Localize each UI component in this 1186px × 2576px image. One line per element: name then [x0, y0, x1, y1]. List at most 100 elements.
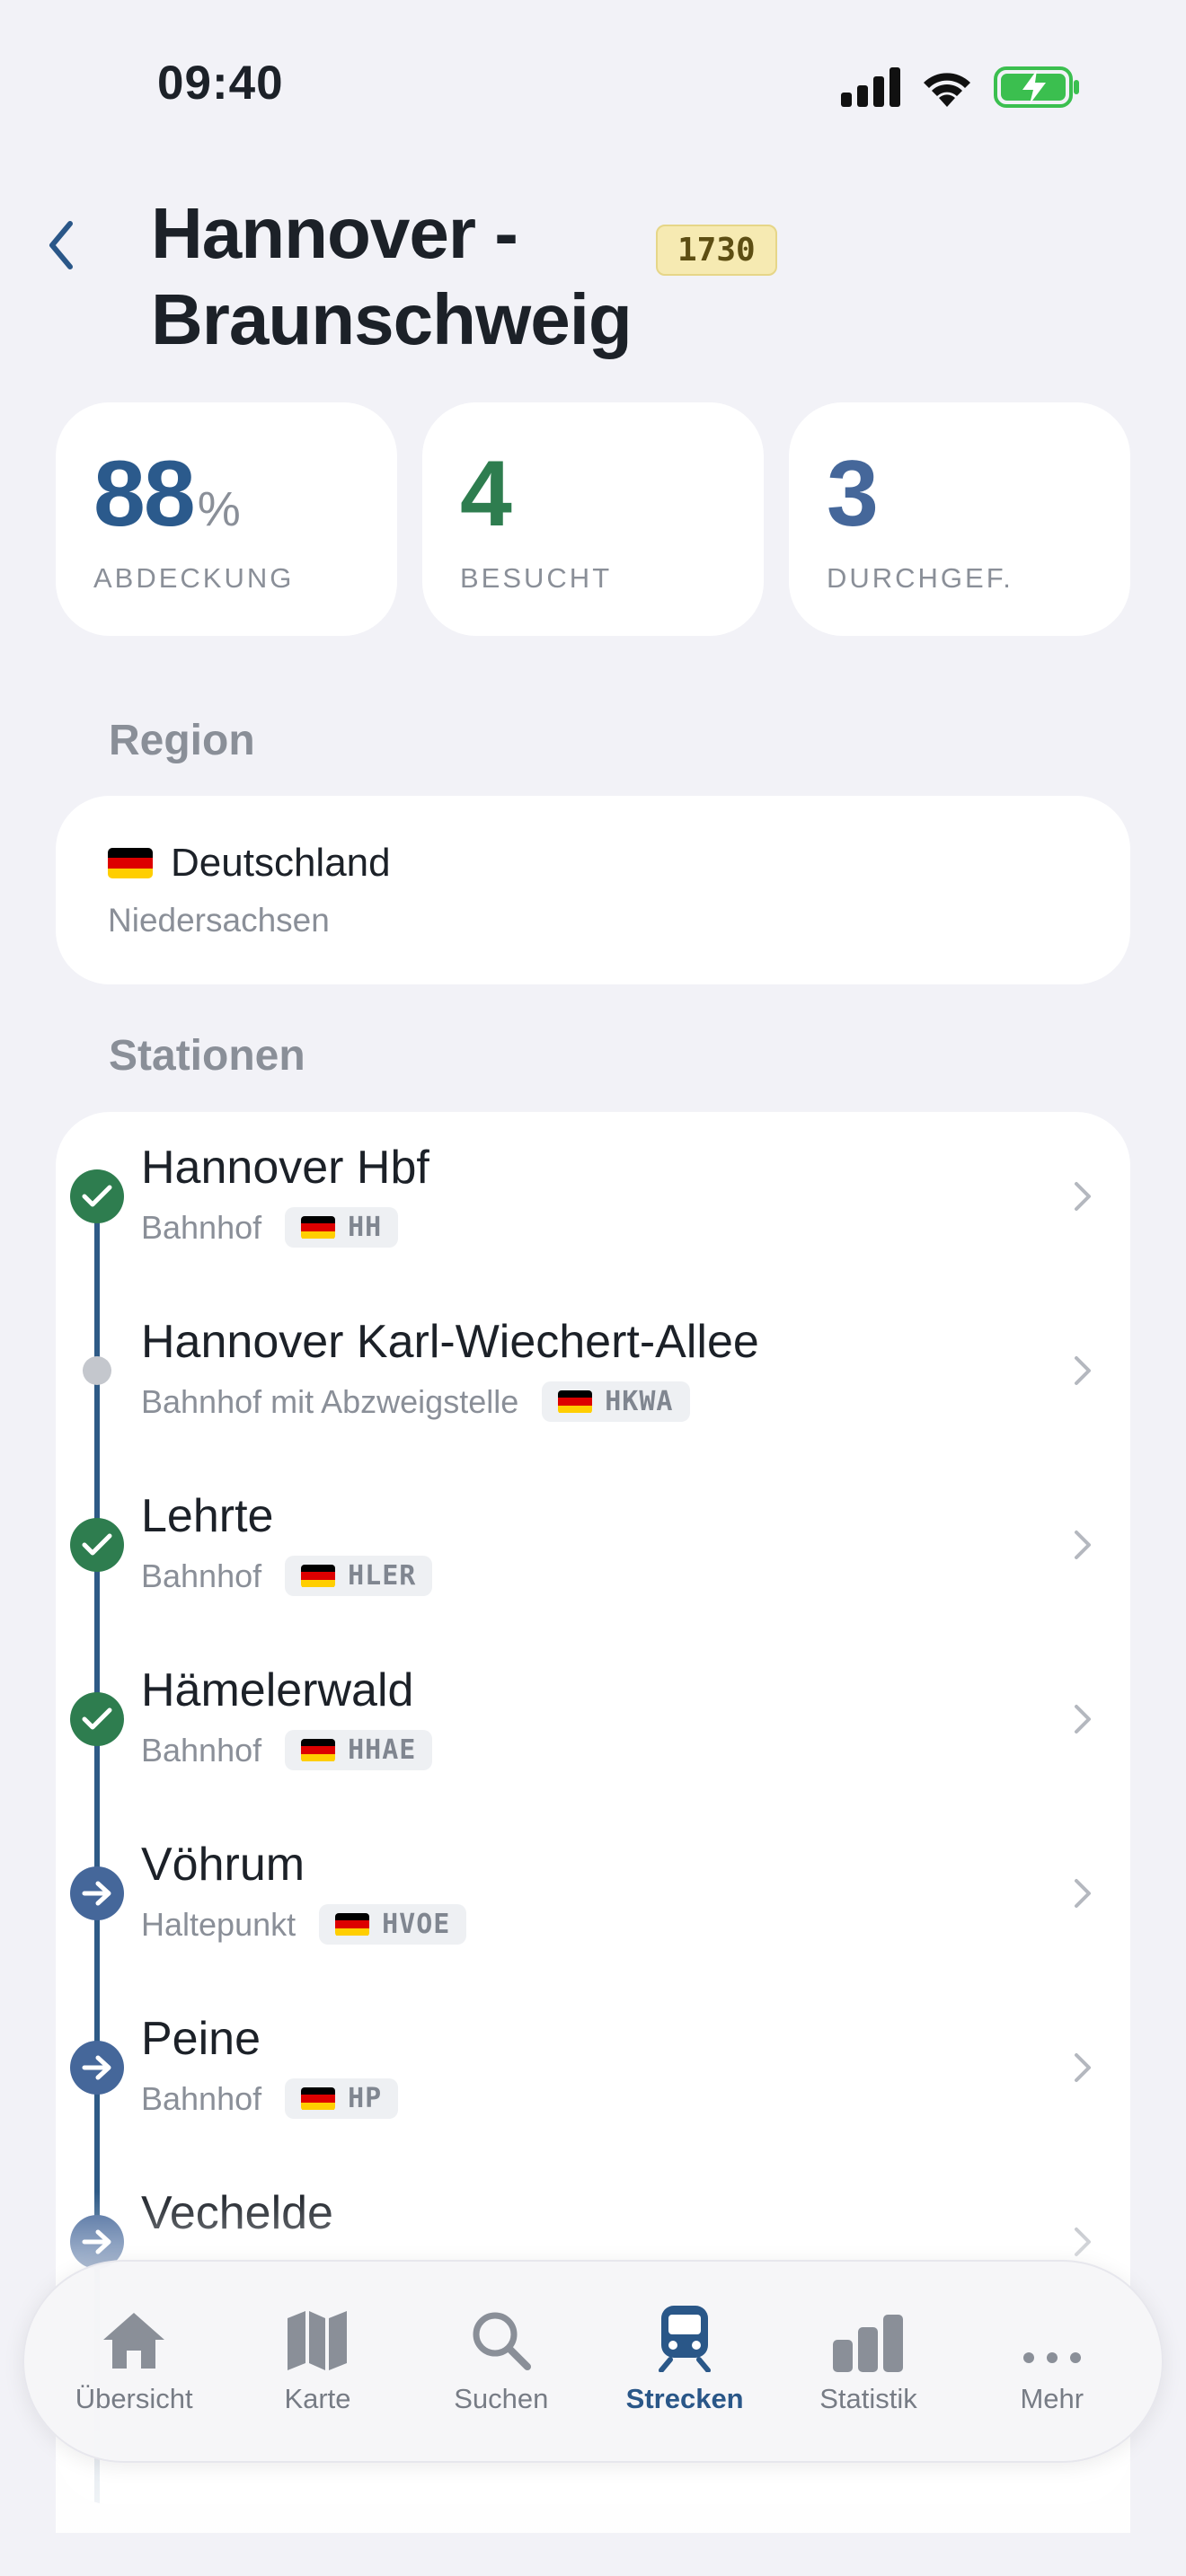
- chevron-right-icon: [1073, 1703, 1093, 1740]
- region-state: Niedersachsen: [108, 902, 330, 939]
- germany-flag-icon: [301, 2086, 336, 2111]
- back-button[interactable]: [36, 214, 86, 277]
- checkmark-icon: [70, 1518, 124, 1572]
- station-row[interactable]: Hannover Hbf Bahnhof HH: [56, 1112, 1130, 1286]
- tab-bar: Übersicht Karte Suchen Strecken Statisti…: [22, 2260, 1164, 2463]
- stat-label: DURCHGEF.: [827, 562, 1013, 594]
- stats-row: 88% ABDECKUNG 4 BESUCHT 3 DURCHGEF.: [56, 402, 1130, 636]
- station-name: Hämelerwald: [141, 1664, 414, 1716]
- map-icon: [288, 2311, 348, 2370]
- stat-card-passed: 3 DURCHGEF.: [789, 402, 1130, 636]
- house-icon: [103, 2313, 165, 2369]
- arrow-right-icon: [70, 2041, 124, 2095]
- ellipsis-icon: [1022, 2352, 1081, 2363]
- station-code-badge: HH: [285, 1207, 399, 1248]
- stat-value: 88%: [93, 442, 241, 546]
- section-header-region: Region: [109, 717, 255, 764]
- tab-statistik[interactable]: Statistik: [776, 2262, 960, 2461]
- chevron-right-icon: [1073, 1180, 1093, 1217]
- region-card[interactable]: Deutschland Niedersachsen: [56, 796, 1130, 984]
- tab-label: Strecken: [625, 2383, 744, 2414]
- germany-flag-icon: [335, 1912, 370, 1936]
- region-country-name: Deutschland: [171, 841, 391, 885]
- train-icon: [659, 2306, 712, 2372]
- station-type: Bahnhof mit Abzweigstelle: [141, 1382, 519, 1420]
- station-code-badge: HLER: [285, 1556, 433, 1596]
- station-subtitle: Bahnhof HP: [141, 2078, 399, 2119]
- station-code: HVOE: [382, 1909, 451, 1940]
- station-name: Peine: [141, 2013, 261, 2065]
- station-subtitle: Haltepunkt HVOE: [141, 1904, 467, 1945]
- station-code: HHAE: [348, 1734, 417, 1766]
- battery-charging-icon: [994, 66, 1079, 108]
- station-code-badge: HKWA: [542, 1381, 690, 1422]
- magnifier-icon: [473, 2312, 531, 2370]
- station-code-badge: HVOE: [319, 1904, 467, 1945]
- station-code: HH: [348, 1212, 383, 1243]
- tab-mehr[interactable]: Mehr: [960, 2262, 1144, 2461]
- germany-flag-icon: [301, 1738, 336, 1762]
- station-subtitle: Bahnhof mit Abzweigstelle HKWA: [141, 1381, 690, 1422]
- tab-label: Suchen: [454, 2383, 549, 2414]
- tab-label: Statistik: [819, 2383, 917, 2414]
- stat-unit: %: [197, 482, 241, 536]
- station-name: Lehrte: [141, 1490, 274, 1542]
- bar-chart-icon: [833, 2315, 904, 2372]
- chevron-left-icon: [49, 221, 73, 269]
- stat-label: BESUCHT: [460, 562, 613, 594]
- tab-label: Karte: [284, 2383, 351, 2414]
- arrow-right-icon: [70, 1866, 124, 1920]
- station-type: Haltepunkt: [141, 1905, 296, 1943]
- tab-karte[interactable]: Karte: [226, 2262, 409, 2461]
- station-code: HLER: [348, 1560, 417, 1592]
- chevron-right-icon: [1073, 1529, 1093, 1566]
- wifi-icon: [924, 73, 970, 107]
- status-time: 09:40: [157, 57, 284, 110]
- station-code: HP: [348, 2083, 383, 2114]
- checkmark-icon: [70, 1169, 124, 1223]
- station-name: Hannover Karl-Wiechert-Allee: [141, 1316, 759, 1368]
- section-header-stations: Stationen: [109, 1032, 305, 1080]
- tab-label: Mehr: [1020, 2383, 1084, 2414]
- station-row[interactable]: Hämelerwald Bahnhof HHAE: [56, 1635, 1130, 1809]
- germany-flag-icon: [301, 1215, 336, 1239]
- tab-suchen[interactable]: Suchen: [410, 2262, 593, 2461]
- stat-card-coverage: 88% ABDECKUNG: [56, 402, 397, 636]
- stat-label: ABDECKUNG: [93, 562, 295, 594]
- station-row[interactable]: Lehrte Bahnhof HLER: [56, 1460, 1130, 1635]
- germany-flag-icon: [558, 1389, 593, 1414]
- station-row[interactable]: Hannover Karl-Wiechert-Allee Bahnhof mit …: [56, 1286, 1130, 1460]
- station-type: Bahnhof: [141, 1208, 262, 1246]
- station-type: Bahnhof: [141, 1557, 262, 1594]
- chevron-right-icon: [1073, 2226, 1093, 2263]
- status-icons: [841, 66, 1080, 108]
- station-name: Vechelde: [141, 2187, 333, 2239]
- status-bar: 09:40: [0, 0, 1186, 171]
- tab-label: Übersicht: [75, 2383, 193, 2414]
- station-name: Vöhrum: [141, 1839, 305, 1891]
- tab-uebersicht[interactable]: Übersicht: [42, 2262, 226, 2461]
- station-subtitle: Bahnhof HHAE: [141, 1730, 433, 1770]
- route-number-badge: 1730: [656, 225, 777, 276]
- chevron-right-icon: [1073, 1877, 1093, 1914]
- station-row[interactable]: Peine Bahnhof HP: [56, 1983, 1130, 2157]
- station-row[interactable]: Vöhrum Haltepunkt HVOE: [56, 1809, 1130, 1983]
- station-type: Bahnhof: [141, 2079, 262, 2117]
- station-code-badge: HP: [285, 2078, 399, 2119]
- cellular-signal-icon: [841, 67, 900, 107]
- stat-card-visited: 4 BESUCHT: [422, 402, 764, 636]
- chevron-right-icon: [1073, 1354, 1093, 1391]
- tab-strecken[interactable]: Strecken: [593, 2262, 776, 2461]
- station-subtitle: Bahnhof HLER: [141, 1556, 433, 1596]
- checkmark-icon: [70, 1692, 124, 1746]
- germany-flag-icon: [108, 848, 153, 878]
- page-title: Hannover - Braunschweig: [151, 193, 633, 359]
- unvisited-dot-icon: [83, 1356, 111, 1385]
- region-country: Deutschland: [108, 841, 1078, 886]
- station-name: Hannover Hbf: [141, 1142, 429, 1194]
- stat-value: 3: [827, 442, 879, 546]
- germany-flag-icon: [301, 1564, 336, 1588]
- station-type: Bahnhof: [141, 1731, 262, 1769]
- station-subtitle: Bahnhof HH: [141, 1207, 399, 1248]
- stat-value: 4: [460, 442, 512, 546]
